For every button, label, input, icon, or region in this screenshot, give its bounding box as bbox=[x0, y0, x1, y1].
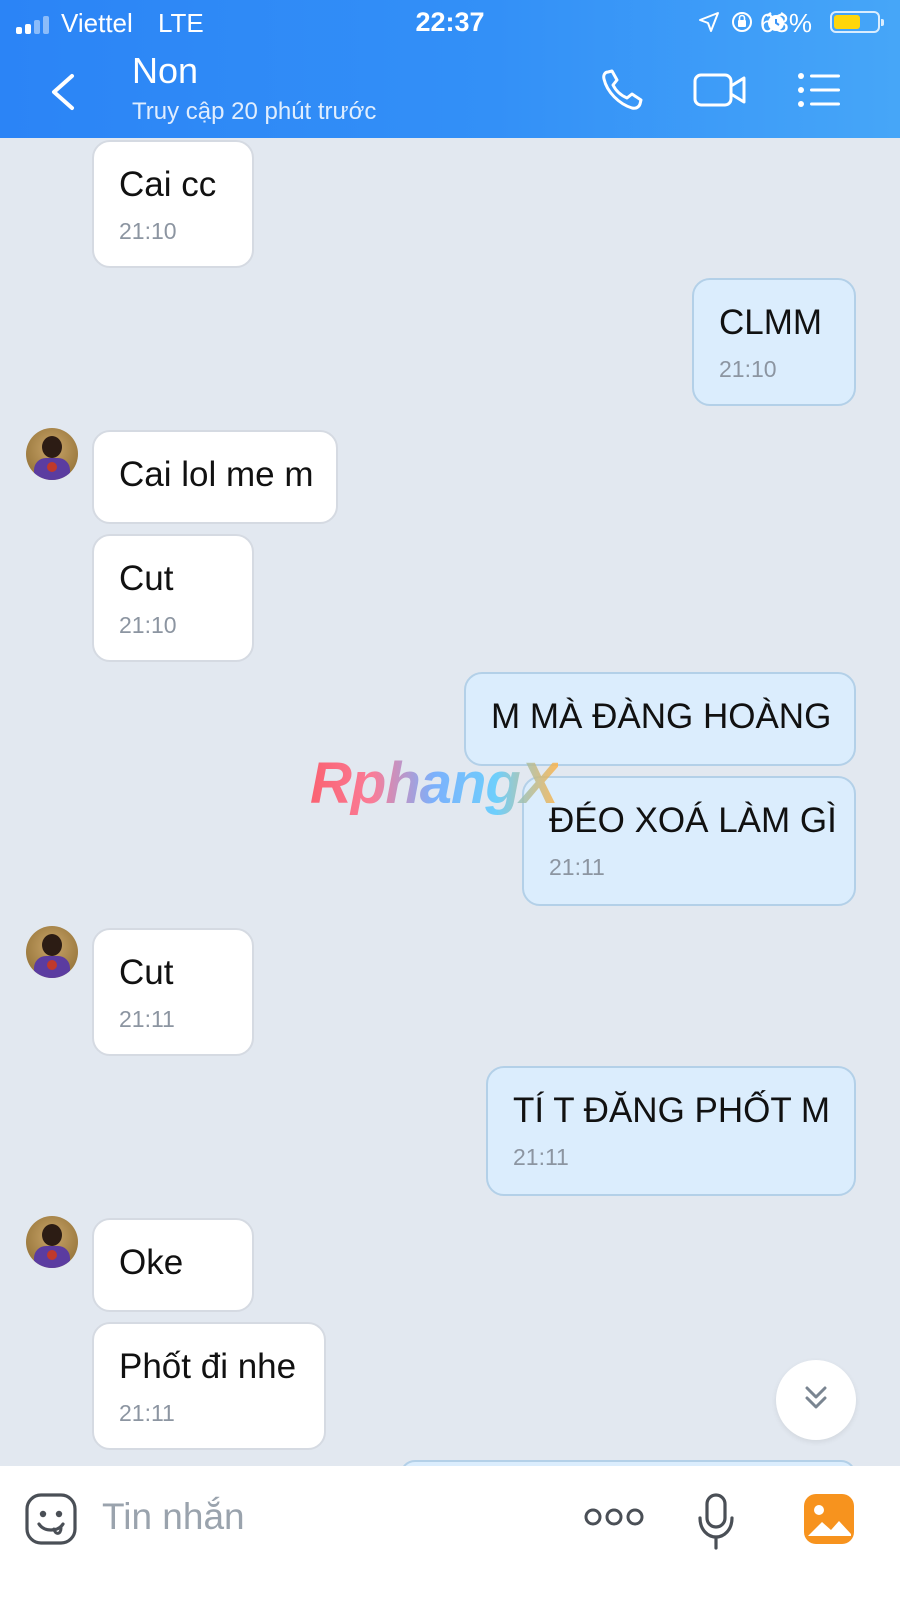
message-bubble-incoming[interactable]: Oke bbox=[92, 1218, 254, 1312]
list-menu-icon[interactable] bbox=[794, 66, 846, 114]
message-bubble-incoming[interactable]: Cut 21:10 bbox=[92, 534, 254, 662]
double-chevron-down-icon bbox=[805, 1386, 827, 1409]
message-bubble-incoming[interactable]: Cut 21:11 bbox=[92, 928, 254, 1056]
back-button[interactable] bbox=[44, 70, 84, 114]
scroll-to-bottom-button[interactable] bbox=[776, 1360, 856, 1440]
contact-avatar[interactable] bbox=[26, 428, 78, 480]
message-text: Cai lol me m bbox=[119, 455, 314, 494]
more-dots-icon[interactable] bbox=[584, 1502, 644, 1532]
message-text: Phốt đi nhe bbox=[119, 1347, 297, 1386]
phone-icon[interactable] bbox=[598, 66, 650, 114]
message-list[interactable]: Cai cc 21:10 CLMM 21:10 Cai lol me m Cut… bbox=[0, 138, 900, 1498]
composer-bar: Tin nhắn bbox=[0, 1466, 900, 1600]
message-input[interactable]: Tin nhắn bbox=[102, 1496, 245, 1538]
message-text: Cai cc bbox=[119, 165, 217, 204]
battery-icon bbox=[830, 11, 884, 33]
message-text: Cut bbox=[119, 559, 174, 598]
message-bubble-incoming[interactable]: Phốt đi nhe 21:11 bbox=[92, 1322, 326, 1450]
orientation-lock-icon bbox=[732, 12, 752, 32]
message-text: ĐÉO XOÁ LÀM GÌ bbox=[549, 801, 837, 840]
microphone-icon[interactable] bbox=[696, 1492, 736, 1552]
message-time: 21:11 bbox=[119, 1400, 175, 1426]
battery-level bbox=[834, 15, 860, 29]
message-time: 21:11 bbox=[119, 1006, 175, 1032]
message-text: Oke bbox=[119, 1243, 184, 1282]
photo-icon[interactable] bbox=[802, 1492, 856, 1546]
message-bubble-incoming[interactable]: Cai lol me m bbox=[92, 430, 338, 524]
last-active-status: Truy cập 20 phút trước bbox=[132, 98, 377, 125]
sticker-icon[interactable] bbox=[24, 1492, 78, 1546]
message-text: CLMM bbox=[719, 303, 823, 342]
message-time: 21:10 bbox=[719, 356, 777, 382]
message-time: 21:11 bbox=[513, 1144, 569, 1170]
message-text: M MÀ ĐÀNG HOÀNG bbox=[491, 697, 832, 736]
contact-avatar[interactable] bbox=[26, 926, 78, 978]
message-bubble-incoming[interactable]: Cai cc 21:10 bbox=[92, 140, 254, 268]
watermark-logo: RphangX bbox=[310, 751, 559, 816]
status-bar: Viettel LTE 22:37 63% bbox=[0, 0, 900, 46]
message-time: 21:10 bbox=[119, 612, 177, 638]
message-bubble-outgoing[interactable]: CLMM 21:10 bbox=[692, 278, 856, 406]
message-text: Cut bbox=[119, 953, 174, 992]
message-bubble-outgoing[interactable]: TÍ T ĐĂNG PHỐT M 21:11 bbox=[486, 1066, 856, 1196]
contact-name[interactable]: Non bbox=[132, 50, 198, 92]
message-time: 21:11 bbox=[549, 854, 605, 880]
message-bubble-outgoing[interactable]: ĐÉO XOÁ LÀM GÌ 21:11 bbox=[522, 776, 856, 906]
location-icon bbox=[699, 12, 719, 32]
chat-header: Viettel LTE 22:37 63% Non Truy cập 20 ph… bbox=[0, 0, 900, 138]
battery-percent: 63% bbox=[759, 8, 812, 38]
contact-avatar[interactable] bbox=[26, 1216, 78, 1268]
message-time: 21:10 bbox=[119, 218, 177, 244]
message-text: TÍ T ĐĂNG PHỐT M bbox=[513, 1091, 830, 1130]
video-camera-icon[interactable] bbox=[692, 66, 748, 114]
